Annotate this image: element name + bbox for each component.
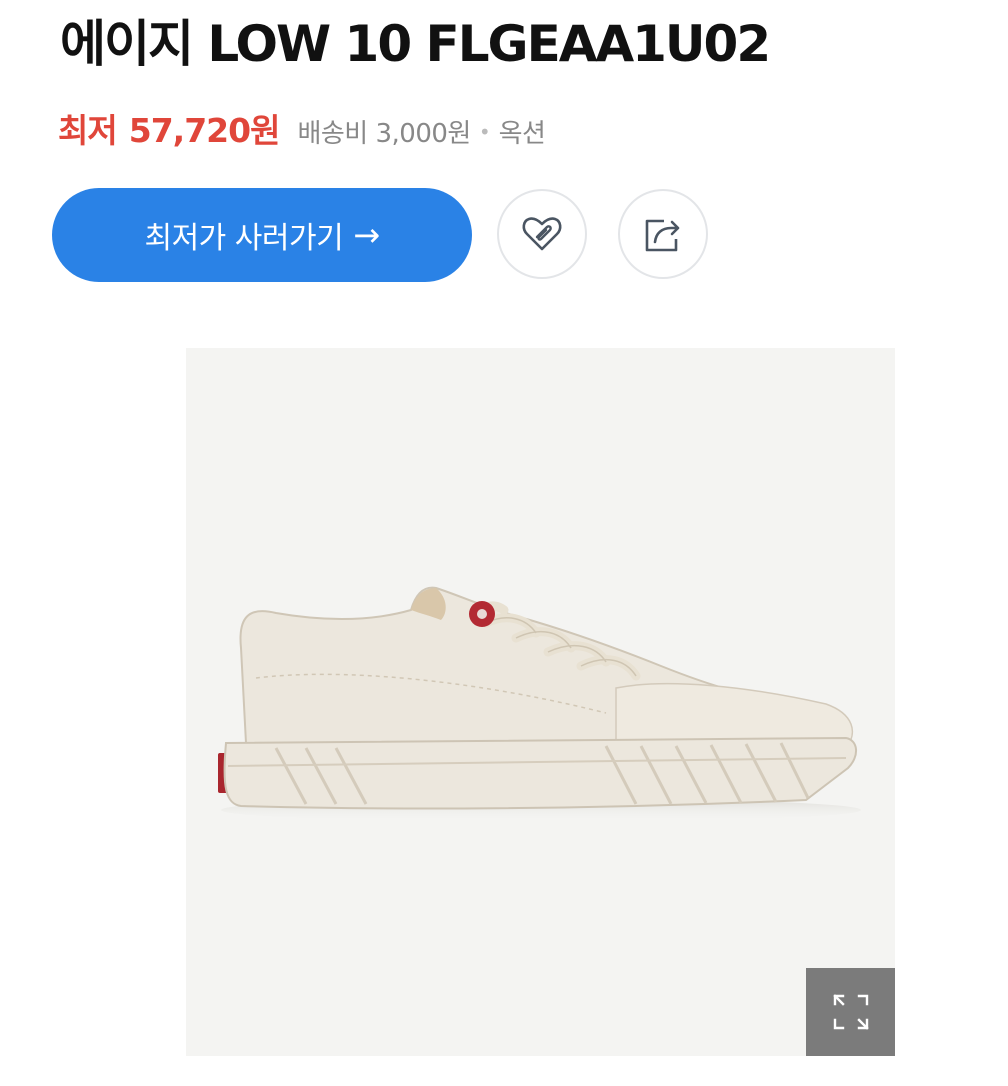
price-row: 최저 57,720원 배송비 3,000원 • 옥션 <box>58 104 546 152</box>
lowest-price-label: 최저 <box>58 111 118 150</box>
share-button[interactable] <box>618 189 708 279</box>
sneaker-image <box>218 586 861 822</box>
like-button[interactable] <box>497 189 587 279</box>
shipping-fee: 배송비 3,000원 <box>297 119 471 149</box>
product-image[interactable] <box>186 348 895 1056</box>
share-icon <box>645 219 680 252</box>
seller-name: 옥션 <box>498 119 546 149</box>
lowest-price-value: 57,720원 <box>128 111 281 150</box>
product-title: 에이지 LOW 10 FLGEAA1U02 <box>60 15 771 73</box>
heart-icon <box>522 217 562 251</box>
buy-button-label: 최저가 사러가기 <box>144 221 344 256</box>
arrow-right-icon: → <box>353 216 380 254</box>
buy-lowest-price-button[interactable]: 최저가 사러가기 → <box>52 188 472 282</box>
expand-image-button[interactable] <box>806 968 895 1056</box>
separator-dot: • <box>478 120 491 144</box>
expand-icon <box>832 994 869 1030</box>
